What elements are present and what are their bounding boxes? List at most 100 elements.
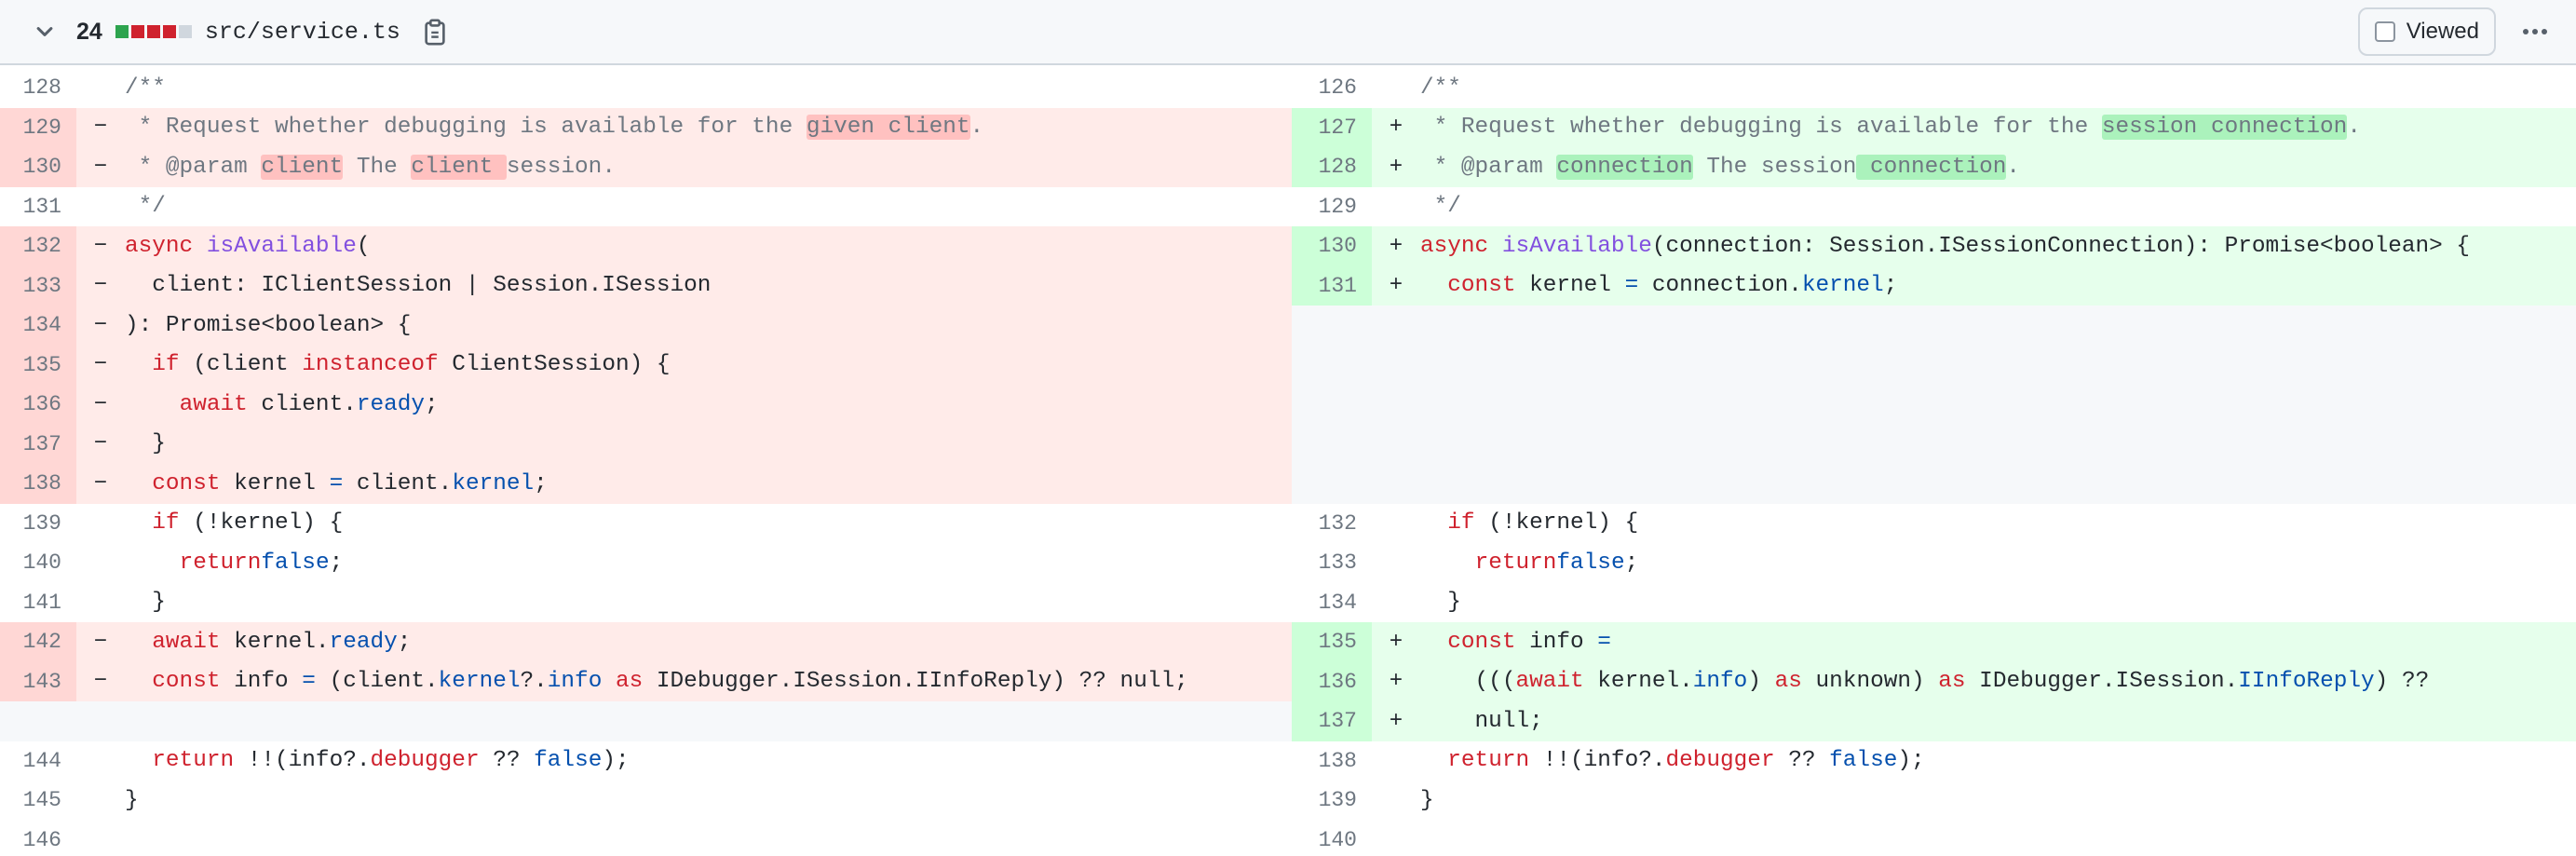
code-token: . [2347,115,2361,141]
left-diff-line[interactable]: 138− const kernel = client.kernel; [0,464,1292,504]
more-options-icon[interactable] [2516,13,2554,50]
line-number[interactable]: 131 [0,187,76,227]
viewed-checkbox[interactable] [2374,21,2395,42]
line-number[interactable]: 139 [0,504,76,544]
left-diff-line[interactable]: 139 if (!kernel) { [0,504,1292,544]
code-line: */ [125,194,166,219]
line-number[interactable]: 129 [1292,187,1372,227]
left-diff-line[interactable]: 135− if (client instanceof ClientSession… [0,345,1292,385]
code-token: kernel. [1583,669,1693,695]
diff-marker: − [93,273,108,299]
left-diff-line[interactable]: 136− await client.ready; [0,385,1292,425]
left-diff-line[interactable]: 131 */ [0,187,1292,227]
line-number[interactable]: 139 [1292,781,1372,821]
code-token: = [329,470,344,496]
right-diff-line[interactable]: 128 + * @param connection The session con… [1292,147,2576,187]
right-diff-line[interactable]: 132 if (!kernel) { [1292,504,2576,544]
line-number[interactable] [1292,306,1372,346]
line-number[interactable]: 142 [0,622,76,662]
right-diff-line[interactable]: 126 /** [1292,68,2576,108]
left-diff-line[interactable]: 144 return !!(info?.debugger ?? false); [0,741,1292,781]
line-number[interactable]: 136 [1292,661,1372,701]
right-diff-line[interactable]: 130 + async isAvailable(connection: Sessio… [1292,226,2576,266]
right-diff-line[interactable]: 136 + (((await kernel.info) as unknown) a… [1292,661,2576,701]
right-diff-line[interactable]: 134 } [1292,583,2576,623]
line-number[interactable]: 146 [0,821,76,856]
left-diff-line[interactable]: 129− * Request whether debugging is avai… [0,107,1292,147]
right-diff-line[interactable]: 140 [1292,821,2576,856]
line-number[interactable] [0,701,76,741]
left-diff-line[interactable]: 137− } [0,424,1292,464]
line-number[interactable]: 133 [0,265,76,306]
left-diff-line[interactable]: 146 [0,821,1292,856]
copy-path-icon[interactable] [419,16,451,48]
code-token: false [1556,550,1625,576]
right-diff-line[interactable] [1292,306,2576,346]
line-number[interactable]: 132 [1292,504,1372,544]
right-diff-line[interactable]: 133 returnfalse; [1292,543,2576,583]
line-number[interactable]: 137 [1292,701,1372,741]
left-diff-line[interactable]: 130− * @param client The client session. [0,147,1292,187]
line-number[interactable]: 128 [1292,147,1372,187]
right-diff-line[interactable]: 139} [1292,781,2576,821]
left-diff-line[interactable]: 141 } [0,583,1292,623]
line-number[interactable]: 127 [1292,107,1372,147]
left-diff-line[interactable]: 133− client: IClientSession | Session.IS… [0,265,1292,306]
right-diff-line[interactable] [1292,464,2576,504]
right-diff-line[interactable]: 138 return !!(info?.debugger ?? false); [1292,741,2576,781]
line-number[interactable]: 132 [0,226,76,266]
line-number[interactable]: 137 [0,424,76,464]
line-number[interactable] [1292,464,1372,504]
code-token: . [969,115,984,141]
left-diff-line[interactable]: 140 returnfalse; [0,543,1292,583]
line-number[interactable]: 138 [1292,741,1372,781]
line-number[interactable]: 130 [1292,226,1372,266]
right-diff-line[interactable]: 127 + * Request whether debugging is avai… [1292,107,2576,147]
right-diff-line[interactable]: 131 + const kernel = connection.kernel; [1292,265,2576,306]
line-number[interactable]: 133 [1292,543,1372,583]
line-number[interactable]: 131 [1292,265,1372,306]
line-number[interactable]: 140 [0,543,76,583]
code-line: } [125,431,166,456]
line-number[interactable]: 143 [0,661,76,701]
left-diff-line[interactable]: 132− async isAvailable( [0,226,1292,266]
line-number[interactable]: 134 [0,306,76,346]
right-diff-line[interactable] [1292,424,2576,465]
left-diff-line[interactable]: 128 /** [0,68,1292,108]
line-number[interactable]: 128 [0,68,76,108]
line-number[interactable] [1292,385,1372,425]
line-number[interactable]: 129 [0,107,76,147]
right-diff-line[interactable]: 137 + null; [1292,701,2576,741]
line-number[interactable] [1292,346,1372,386]
line-number[interactable]: 144 [0,741,76,781]
right-diff-line[interactable]: 129 */ [1292,187,2576,227]
right-diff-line[interactable] [1292,345,2576,386]
code-token: } [125,431,166,457]
line-number[interactable]: 134 [1292,583,1372,623]
line-number[interactable]: 145 [0,781,76,821]
left-diff-line[interactable]: 134−): Promise<boolean> { [0,306,1292,346]
diff-marker: − [93,669,108,695]
line-number[interactable]: 140 [1292,821,1372,856]
line-number[interactable]: 135 [1292,622,1372,662]
line-number[interactable]: 141 [0,583,76,623]
file-name[interactable]: src/service.ts [205,19,400,46]
code-token: const [152,669,221,695]
left-diff-line[interactable] [0,701,1292,741]
line-number[interactable] [1292,425,1372,465]
left-diff-line[interactable]: 145} [0,781,1292,821]
line-number[interactable]: 136 [0,385,76,425]
line-number[interactable]: 130 [0,147,76,187]
line-number[interactable]: 135 [0,345,76,385]
line-number[interactable]: 138 [0,464,76,504]
right-diff-line[interactable]: 135 + const info = [1292,622,2576,662]
right-diff-line[interactable] [1292,385,2576,425]
diff-marker: − [93,470,108,496]
collapse-chevron-icon[interactable] [26,13,63,50]
viewed-toggle[interactable]: Viewed [2357,7,2496,56]
left-diff-line[interactable]: 143− const info = (client.kernel?.info a… [0,661,1292,701]
left-diff-line[interactable]: 142− await kernel.ready; [0,622,1292,662]
line-number[interactable]: 126 [1292,68,1372,108]
